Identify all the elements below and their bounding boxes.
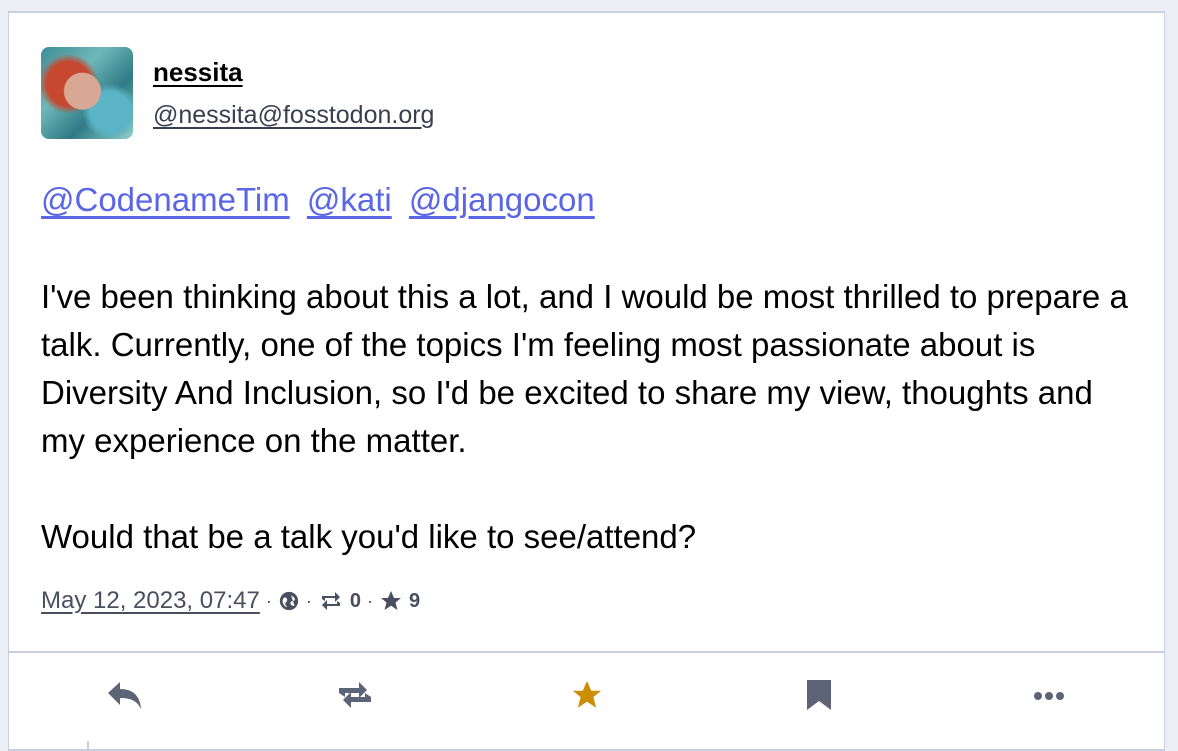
status-paragraph: Would that be a talk you'd like to see/a… [41,518,697,555]
boost-count-icon [318,590,344,612]
thread-line [87,741,89,751]
reply-button[interactable] [103,677,147,717]
meta-separator: · [265,590,272,611]
avatar[interactable] [41,47,133,139]
status-card: nessita @nessita@fosstodon.org @Codename… [8,11,1165,751]
boost-count: 0 [349,589,361,612]
bookmark-button[interactable] [797,677,841,717]
globe-icon [278,590,300,612]
divider [9,651,1164,653]
favourite-count-icon [379,589,403,613]
account-handle-link[interactable]: @nessita@fosstodon.org [153,101,434,130]
reply-icon [106,678,144,717]
status-content: I've been thinking about this a lot, and… [41,273,1131,561]
meta-separator: · [305,590,312,611]
meta-separator: · [366,590,373,611]
mention-link-kati[interactable]: @kati [307,181,392,218]
mention-link-djangocon[interactable]: @djangocon [409,181,595,218]
action-bar [9,677,1164,717]
favourite-button[interactable] [565,677,609,717]
bookmark-icon [805,678,833,717]
more-icon [1033,688,1065,706]
boost-icon [335,680,375,715]
timestamp-link[interactable]: May 12, 2023, 07:47 [41,587,260,615]
boost-button[interactable] [333,677,377,717]
favourite-icon [569,678,605,717]
display-name-link[interactable]: nessita [153,57,243,88]
mention-link-codenametim[interactable]: @CodenameTim [41,181,290,218]
status-paragraph: I've been thinking about this a lot, and… [41,278,1128,459]
status-meta: May 12, 2023, 07:47 · · 0 · 9 [41,587,420,615]
more-button[interactable] [1027,677,1071,717]
mentions-row: @CodenameTim @kati @djangocon [41,181,603,219]
favourite-count: 9 [408,589,421,612]
